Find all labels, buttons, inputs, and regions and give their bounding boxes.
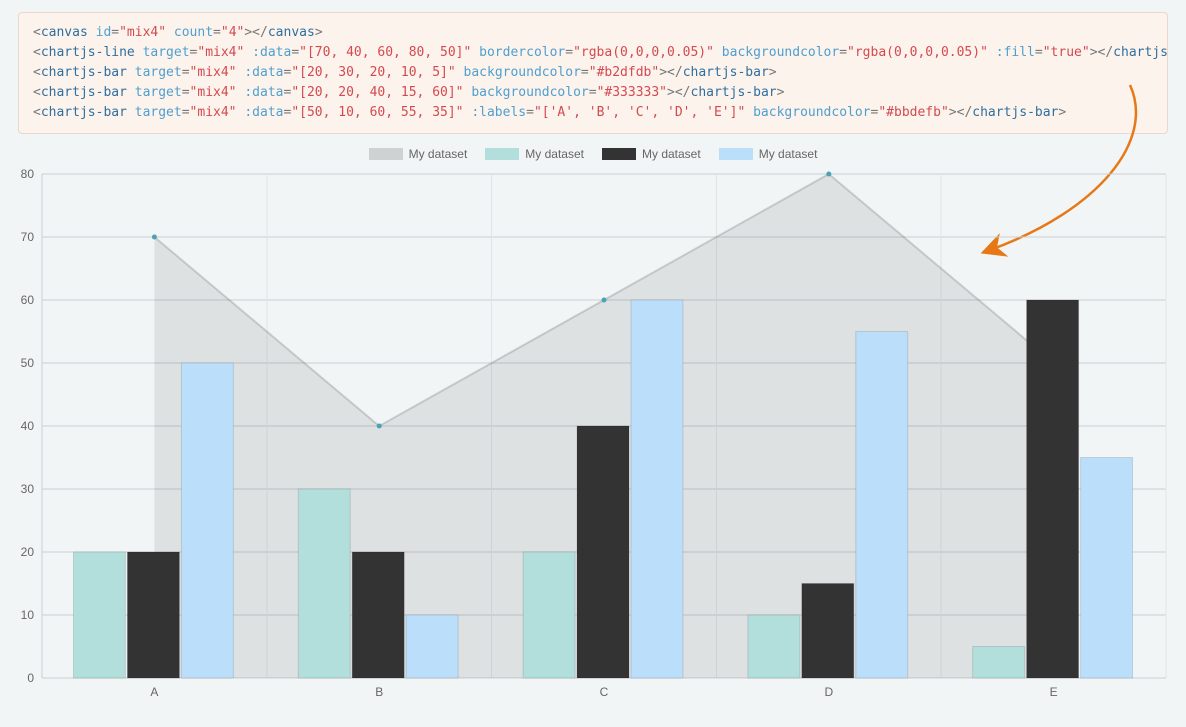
chart-legend: My dataset My dataset My dataset My data… xyxy=(10,140,1176,168)
svg-text:A: A xyxy=(150,685,158,699)
legend-label: My dataset xyxy=(759,147,818,161)
bar-bar2 xyxy=(352,552,404,678)
chart-plot-area: 0 10 20 30 40 50 60 70 80 A B C D E xyxy=(10,168,1176,708)
svg-text:D: D xyxy=(824,685,833,699)
legend-item[interactable]: My dataset xyxy=(369,147,468,161)
bar-bar3 xyxy=(406,615,458,678)
svg-text:40: 40 xyxy=(21,419,35,433)
bar-bar1 xyxy=(973,647,1025,679)
svg-text:10: 10 xyxy=(21,608,35,622)
legend-label: My dataset xyxy=(642,147,701,161)
line-point xyxy=(377,424,382,429)
bar-bar3 xyxy=(181,363,233,678)
code-snippet: <canvas id="mix4" count="4"></canvas> <c… xyxy=(18,12,1168,134)
svg-text:C: C xyxy=(600,685,609,699)
bar-bar1 xyxy=(748,615,800,678)
line-point xyxy=(152,235,157,240)
bar-bar1 xyxy=(298,489,350,678)
line-point xyxy=(602,298,607,303)
legend-item[interactable]: My dataset xyxy=(602,147,701,161)
bar-bar3 xyxy=(856,332,908,679)
svg-text:20: 20 xyxy=(21,545,35,559)
bar-bar2 xyxy=(127,552,179,678)
legend-label: My dataset xyxy=(525,147,584,161)
bar-bar3 xyxy=(1081,458,1133,679)
legend-label: My dataset xyxy=(409,147,468,161)
bar-bar3 xyxy=(631,300,683,678)
svg-text:50: 50 xyxy=(21,356,35,370)
svg-text:30: 30 xyxy=(21,482,35,496)
svg-text:E: E xyxy=(1050,685,1058,699)
mixed-chart: My dataset My dataset My dataset My data… xyxy=(10,140,1176,720)
svg-text:60: 60 xyxy=(21,293,35,307)
svg-text:B: B xyxy=(375,685,383,699)
bar-bar2 xyxy=(1027,300,1079,678)
svg-text:0: 0 xyxy=(27,671,34,685)
line-point xyxy=(826,172,831,177)
legend-item[interactable]: My dataset xyxy=(719,147,818,161)
bar-bar1 xyxy=(523,552,575,678)
svg-text:70: 70 xyxy=(21,230,35,244)
legend-item[interactable]: My dataset xyxy=(485,147,584,161)
bar-bar1 xyxy=(73,552,125,678)
bar-bar2 xyxy=(802,584,854,679)
bar-bar2 xyxy=(577,426,629,678)
svg-text:80: 80 xyxy=(21,168,35,181)
